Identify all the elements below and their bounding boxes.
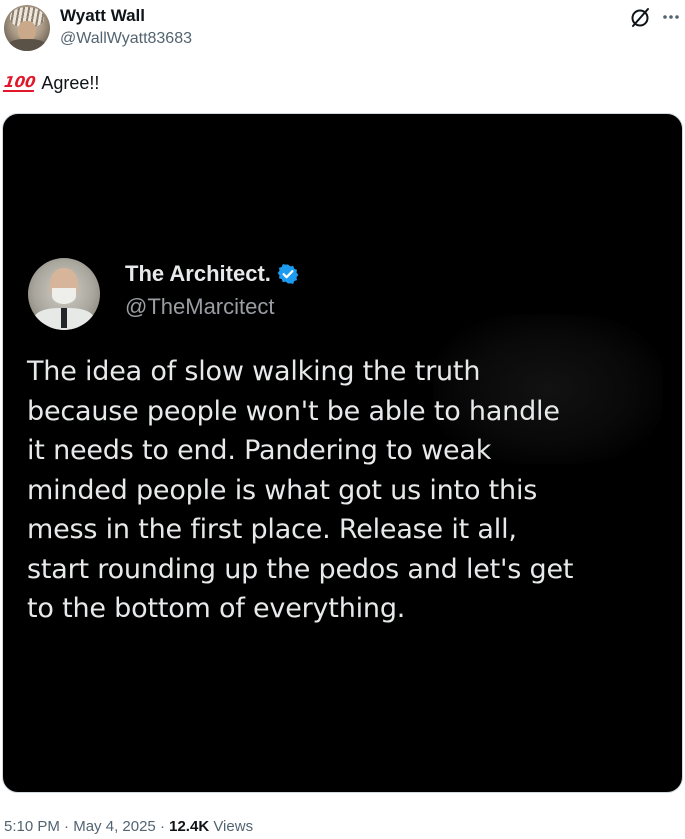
quoted-post-text: The idea of slow walking the truth becau…	[27, 352, 677, 629]
quoted-author-handle: @TheMarcitect	[125, 294, 275, 319]
meta-separator: ·	[64, 818, 70, 835]
avatar-beard	[52, 288, 76, 304]
quoted-post-line: minded people is what got us into this	[27, 474, 538, 506]
author-handle[interactable]: @WallWyatt83683	[60, 30, 192, 48]
avatar-body	[8, 39, 46, 51]
quoted-author-name: The Architect.	[125, 261, 299, 287]
author-display-name[interactable]: Wyatt Wall	[60, 6, 145, 26]
quoted-post-line: The idea of slow walking the truth	[27, 356, 481, 387]
attached-image[interactable]: The Architect. @TheMarcitect The idea of…	[2, 113, 683, 793]
quoted-post-line: it needs to end. Pandering to weak	[27, 435, 492, 466]
grok-icon[interactable]	[628, 6, 652, 30]
quoted-post-line: to the bottom of everything.	[27, 593, 406, 624]
more-options-icon[interactable]	[660, 6, 682, 28]
post-metadata: 5:10 PM · May 4, 2025 · 12.4K Views	[4, 818, 253, 835]
avatar-face	[18, 21, 36, 41]
avatar-tie	[61, 308, 67, 328]
post-time[interactable]: 5:10 PM	[4, 818, 60, 835]
tweet-text-content: Agree!!	[41, 73, 100, 93]
quoted-post-line: mess in the first place. Release it all,	[27, 514, 517, 545]
views-label: Views	[213, 818, 254, 835]
meta-separator: ·	[159, 818, 165, 835]
hundred-points-icon: 100	[2, 73, 37, 92]
quoted-post-line: because people won't be able to handle	[27, 395, 560, 427]
author-avatar[interactable]	[4, 5, 50, 51]
quoted-author-name-text: The Architect.	[125, 261, 271, 286]
post-date[interactable]: May 4, 2025	[73, 818, 156, 835]
verified-badge-icon	[277, 263, 299, 285]
quoted-post-line: start rounding up the pedos and let's ge…	[27, 553, 574, 585]
views-count[interactable]: 12.4K	[169, 818, 209, 835]
quoted-author-avatar	[28, 258, 100, 330]
tweet: Wyatt Wall @WallWyatt83683 100 Agree!! T…	[0, 0, 685, 839]
tweet-text: 100 Agree!!	[2, 73, 100, 94]
